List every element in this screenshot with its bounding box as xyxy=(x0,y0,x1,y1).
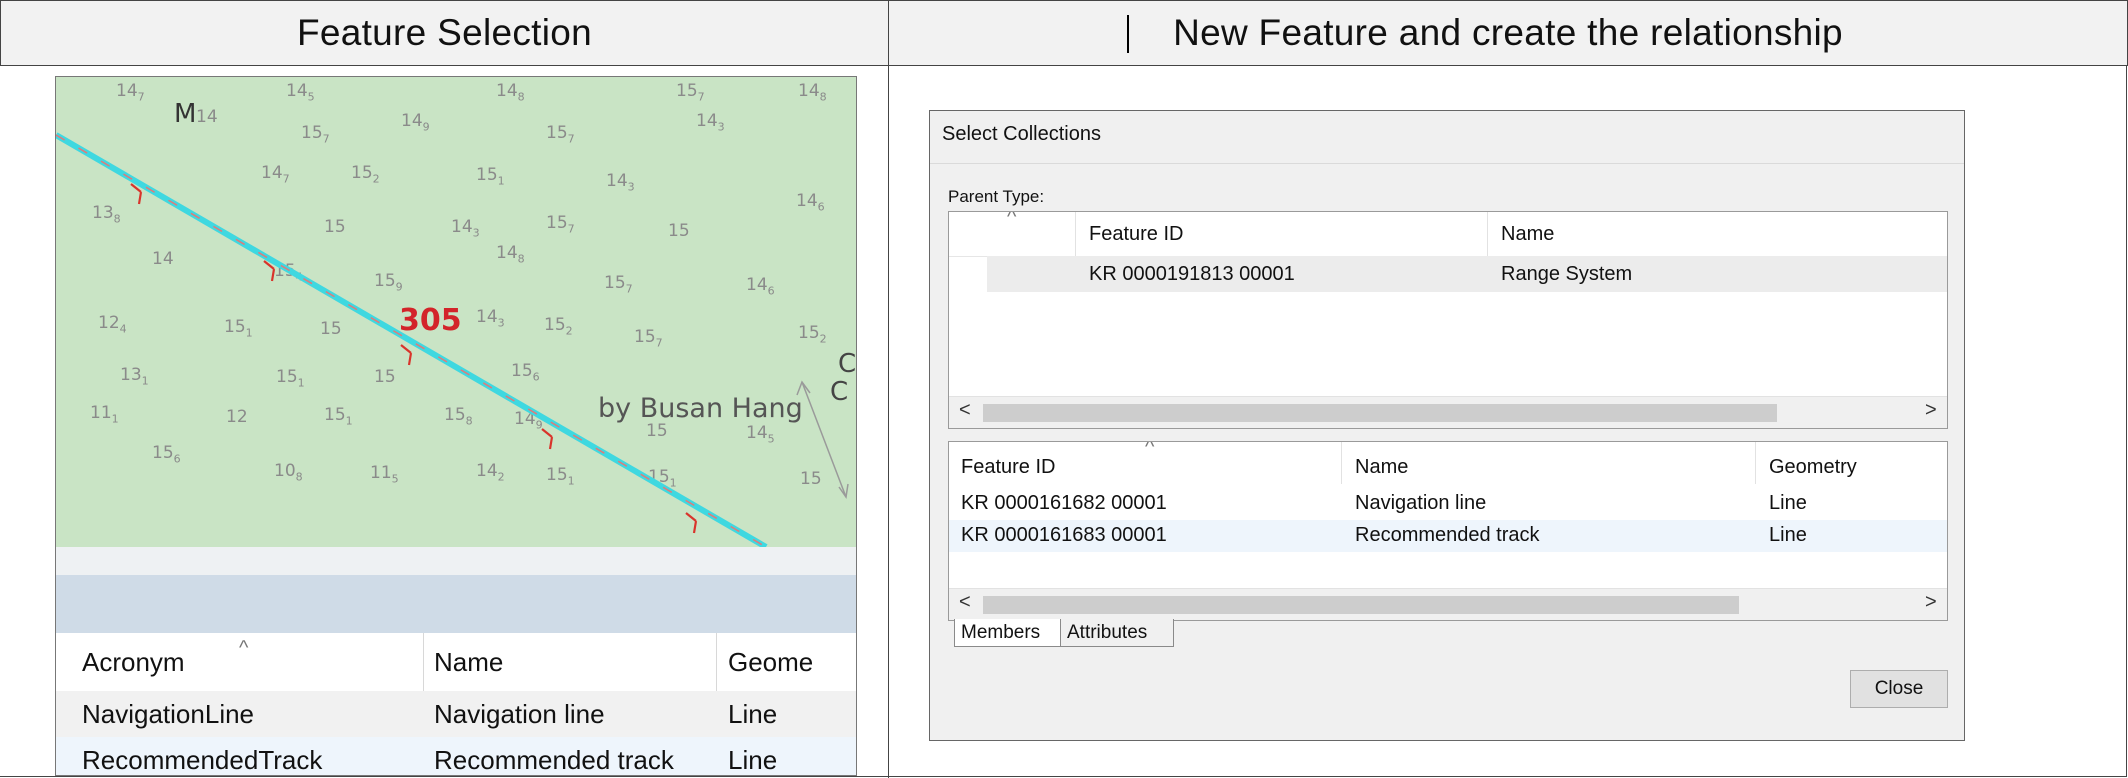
chevron-mark xyxy=(130,183,143,205)
table-row[interactable]: KR 0000191813 00001 Range System xyxy=(949,256,1947,292)
parent-type-label: Parent Type: xyxy=(948,187,1045,206)
parent-hscrollbar[interactable]: < > xyxy=(949,396,1947,428)
route-chevrons xyxy=(130,183,698,534)
scroll-right-icon[interactable]: > xyxy=(1925,591,1937,614)
tab-attributes[interactable]: Attributes xyxy=(1060,619,1174,647)
col-name[interactable]: Name xyxy=(434,633,503,691)
parent-cell-feature-id: KR 0000191813 00001 xyxy=(1089,263,1295,285)
column-separator xyxy=(1341,442,1342,484)
header-left-text: Feature Selection xyxy=(296,12,593,53)
parent-type-list[interactable]: ^ Feature ID Name KR 0000191813 00001 Ra… xyxy=(948,211,1948,429)
member-cell-feature-id: KR 0000161683 00001 xyxy=(961,524,1167,546)
place-label: by Busan Hang xyxy=(598,393,803,424)
sort-indicator: ^ xyxy=(1145,441,1155,458)
header-new-feature: New Feature and create the relationship xyxy=(888,0,2128,66)
table-row[interactable]: KR 0000161682 00001 Navigation line Line xyxy=(949,488,1947,520)
parent-cell-name: Range System xyxy=(1501,263,1633,285)
col-geometry[interactable]: Geome xyxy=(728,633,813,691)
column-separator xyxy=(423,633,424,691)
scroll-right-icon[interactable]: > xyxy=(1925,399,1937,422)
chart-map[interactable]: 147 145 148 157 148 14 157 149 157 143 147 152 151 14… xyxy=(56,77,857,547)
members-col-geometry[interactable]: Geometry xyxy=(1769,456,1857,479)
member-cell-name: Recommended track xyxy=(1355,524,1540,546)
chevron-mark xyxy=(400,344,413,366)
members-col-name[interactable]: Name xyxy=(1355,456,1408,479)
close-button[interactable]: Close xyxy=(1850,670,1948,708)
chevron-mark xyxy=(685,512,698,534)
scroll-thumb[interactable] xyxy=(983,404,1777,422)
parent-col-name[interactable]: Name xyxy=(1501,223,1554,246)
member-cell-name: Navigation line xyxy=(1355,492,1487,514)
cell-acronym: NavigationLine xyxy=(82,699,255,729)
chevron-mark xyxy=(541,428,554,450)
sort-indicator: ^ xyxy=(239,637,249,659)
map-marker-letter: M xyxy=(174,99,197,129)
cell-name: Navigation line xyxy=(434,699,605,729)
close-button-label: Close xyxy=(1874,678,1924,699)
member-cell-geometry: Line xyxy=(1769,524,1807,546)
tab-members[interactable]: Members xyxy=(954,619,1062,647)
cell-geometry: Line xyxy=(728,699,778,729)
table-row[interactable]: RecommendedTrack Recommended track Line xyxy=(56,737,856,775)
table-row[interactable]: NavigationLine Navigation line Line xyxy=(56,691,856,737)
parent-list-header: ^ Feature ID Name xyxy=(949,212,1947,257)
column-divider xyxy=(888,0,889,778)
column-separator xyxy=(716,633,717,691)
members-list-header: ^ Feature ID Name Geometry xyxy=(949,442,1947,484)
header-right-text: New Feature and create the relationship xyxy=(1173,12,1843,53)
member-cell-feature-id: KR 0000161682 00001 xyxy=(961,492,1167,514)
edge-label-2: C xyxy=(830,377,849,407)
feature-table-header: Acronym ^ Name Geome xyxy=(56,633,856,691)
column-separator xyxy=(1755,442,1756,484)
members-list[interactable]: ^ Feature ID Name Geometry KR 0000161682… xyxy=(948,441,1948,621)
header-feature-selection: Feature Selection xyxy=(0,0,889,66)
scroll-left-icon[interactable]: < xyxy=(959,399,971,422)
cell-acronym: RecommendedTrack xyxy=(82,745,323,775)
col-acronym[interactable]: Acronym xyxy=(82,633,185,691)
members-col-feature-id[interactable]: Feature ID xyxy=(961,456,1055,479)
select-collections-dialog: Select Collections Parent Type: ^ Featur… xyxy=(929,110,1965,741)
route-number-label: 305 xyxy=(399,303,462,338)
member-cell-geometry: Line xyxy=(1769,492,1807,514)
title-separator xyxy=(930,163,1964,164)
tab-attributes-label: Attributes xyxy=(1067,622,1148,643)
tab-members-label: Members xyxy=(961,622,1041,643)
dialog-title: Select Collections xyxy=(942,123,1101,145)
members-hscrollbar[interactable]: < > xyxy=(949,588,1947,620)
edge-label-1: C xyxy=(838,349,857,379)
text-cursor xyxy=(1127,15,1129,53)
column-separator xyxy=(1487,212,1488,256)
feature-selection-panel: 147 145 148 157 148 14 157 149 157 143 147 152 151 14… xyxy=(55,76,857,776)
scroll-left-icon[interactable]: < xyxy=(959,591,971,614)
parent-col-feature-id[interactable]: Feature ID xyxy=(1089,223,1183,246)
grid-group-band xyxy=(56,575,856,633)
column-separator xyxy=(1075,212,1076,256)
cell-name: Recommended track xyxy=(434,745,674,775)
scroll-thumb[interactable] xyxy=(983,596,1739,614)
grid-toolbar xyxy=(56,547,856,575)
table-row[interactable]: KR 0000161683 00001 Recommended track Li… xyxy=(949,520,1947,552)
sort-indicator: ^ xyxy=(1007,211,1017,228)
cell-geometry: Line xyxy=(728,745,778,775)
